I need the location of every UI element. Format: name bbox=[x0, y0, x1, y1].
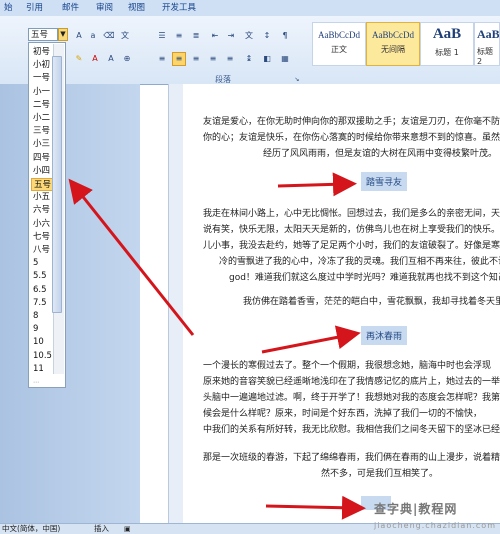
watermark: 查字典|教程网 jiaocheng.chazidian.com bbox=[373, 502, 496, 530]
arrow-to-heading-3 bbox=[265, 495, 366, 520]
arrow-to-font-size bbox=[68, 178, 195, 336]
arrow-to-heading-1 bbox=[277, 172, 357, 197]
arrow-to-heading-2 bbox=[261, 325, 361, 354]
annotation-arrows bbox=[68, 172, 366, 520]
